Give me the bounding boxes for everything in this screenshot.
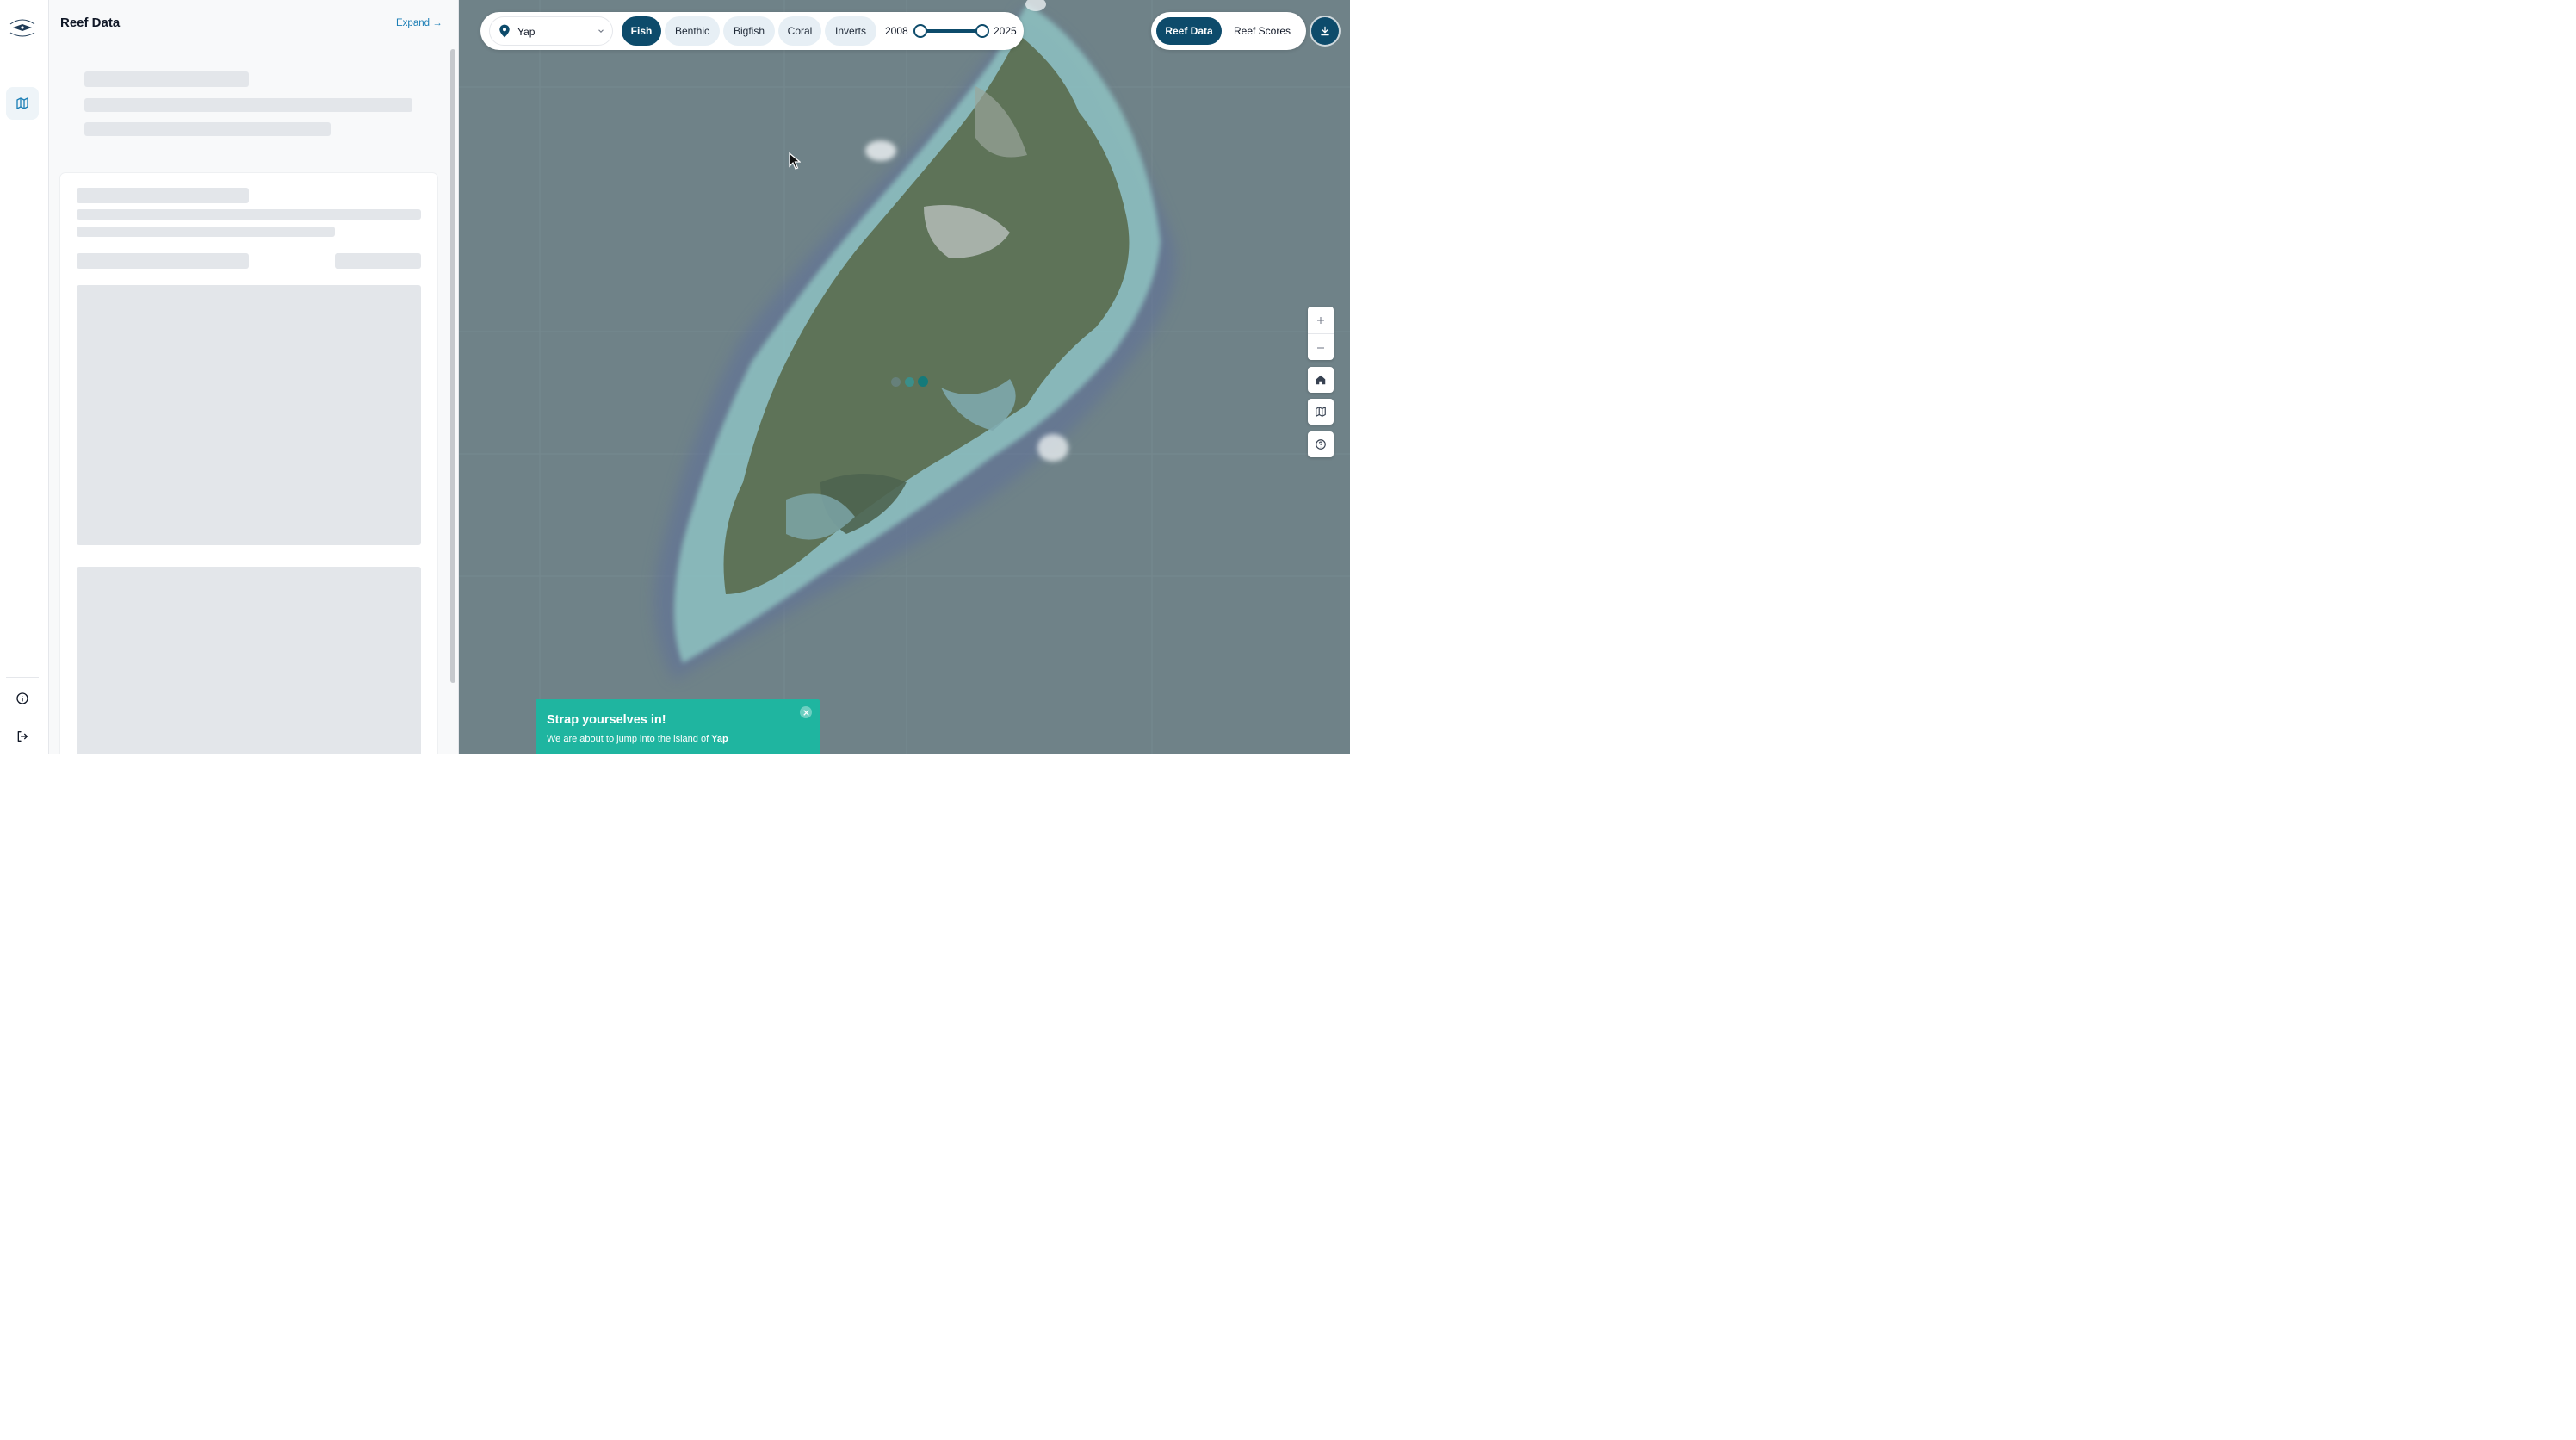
download-button[interactable] — [1311, 17, 1339, 45]
logout-button[interactable] — [6, 720, 39, 753]
location-select[interactable]: Yap — [489, 16, 613, 46]
category-chip-coral[interactable]: Coral — [778, 16, 821, 46]
toast-close-button[interactable] — [800, 706, 812, 718]
survey-site-marker[interactable] — [918, 376, 928, 387]
skeleton-card — [60, 173, 437, 754]
year-range-track[interactable] — [920, 29, 983, 33]
mouse-cursor-icon — [789, 152, 801, 170]
rail-divider — [6, 677, 39, 678]
close-icon — [802, 709, 809, 716]
left-rail — [0, 0, 49, 754]
logout-icon — [17, 731, 28, 742]
skeleton-heading — [84, 71, 249, 87]
year-start-label: 2008 — [885, 25, 908, 37]
toast-message: We are about to jump into the island of … — [547, 734, 728, 744]
map-view[interactable]: Yap Fish Benthic Bigfish Coral Inverts 2… — [459, 0, 1350, 754]
zoom-control — [1308, 307, 1334, 360]
help-icon — [1316, 439, 1326, 450]
notification-toast: Strap yourselves in! We are about to jum… — [536, 699, 820, 754]
home-button[interactable] — [1308, 367, 1334, 393]
zoom-in-button[interactable] — [1308, 307, 1334, 333]
reef-data-toggle[interactable]: Reef Data — [1156, 17, 1222, 45]
view-toggle: Reef Data Reef Scores — [1151, 12, 1306, 50]
info-icon — [16, 692, 28, 704]
satellite-map — [459, 0, 1350, 754]
plus-icon — [1317, 316, 1324, 324]
category-chip-fish[interactable]: Fish — [622, 16, 661, 46]
category-chip-bigfish[interactable]: Bigfish — [723, 16, 775, 46]
basemap-button[interactable] — [1308, 399, 1334, 425]
skeleton-heading — [77, 188, 249, 203]
download-icon — [1321, 26, 1329, 36]
skeleton-line — [84, 122, 331, 136]
skeleton-line — [77, 227, 335, 237]
minus-icon — [1317, 347, 1324, 348]
reef-scores-toggle[interactable]: Reef Scores — [1227, 17, 1297, 45]
location-value: Yap — [517, 26, 536, 38]
skeleton-chart — [77, 567, 421, 754]
skeleton-line — [77, 209, 421, 220]
map-icon — [1316, 407, 1326, 417]
year-end-label: 2025 — [994, 25, 1017, 37]
filter-toolbar: Yap Fish Benthic Bigfish Coral Inverts 2… — [480, 12, 1024, 50]
year-start-thumb[interactable] — [913, 24, 927, 38]
year-end-thumb[interactable] — [975, 24, 989, 38]
logo — [5, 14, 40, 40]
skeleton-chart — [77, 285, 421, 545]
toast-title: Strap yourselves in! — [547, 713, 666, 727]
zoom-out-button[interactable] — [1308, 333, 1334, 361]
skeleton-value — [335, 253, 421, 269]
home-icon — [1316, 375, 1326, 385]
survey-site-marker[interactable] — [891, 377, 901, 387]
skeleton-line — [84, 98, 412, 112]
reef-data-panel: Reef Data Expand → — [49, 0, 459, 754]
help-button[interactable] — [1308, 431, 1334, 457]
survey-site-marker[interactable] — [905, 377, 914, 387]
category-chip-benthic[interactable]: Benthic — [665, 16, 720, 46]
toast-message-text: We are about to jump into the island of — [547, 734, 709, 744]
skeleton-label — [77, 253, 249, 269]
map-view-button[interactable] — [6, 87, 39, 120]
panel-title: Reef Data — [60, 16, 121, 30]
panel-scrollbar[interactable] — [450, 49, 455, 683]
expand-link[interactable]: Expand → — [396, 18, 443, 28]
chevron-down-icon — [598, 29, 604, 33]
info-button[interactable] — [6, 682, 39, 715]
map-icon — [16, 97, 28, 109]
toast-island-name: Yap — [711, 734, 728, 744]
location-pin-icon — [499, 24, 510, 38]
category-chip-inverts[interactable]: Inverts — [825, 16, 876, 46]
